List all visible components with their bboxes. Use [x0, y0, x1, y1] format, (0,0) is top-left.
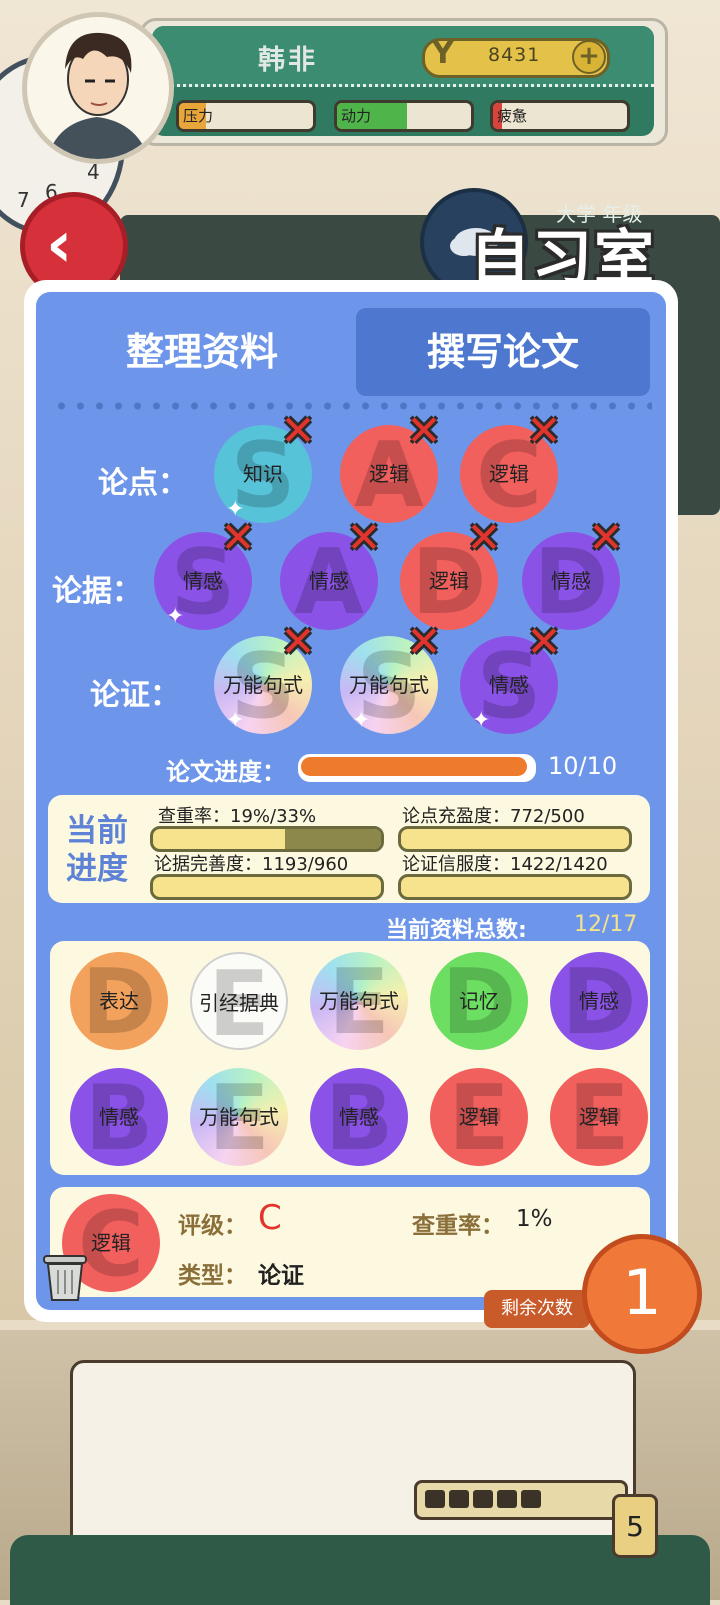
material-chip[interactable]: D 记忆 [430, 952, 528, 1050]
metric-label: 查重率： [158, 806, 230, 827]
material-chip[interactable]: E 引经据典 [190, 952, 288, 1050]
remove-x-icon[interactable]: ✕ [344, 517, 384, 559]
current-progress-title: 当前进度 [66, 813, 128, 887]
chip-label: 万能句式 [319, 989, 399, 1013]
essay-progress-label: 论文进度： [166, 758, 286, 786]
chip-label: 引经据典 [199, 991, 279, 1015]
essay-progress-value: 10/10 [548, 752, 618, 780]
metric-bar [150, 826, 384, 852]
duplicate-rate-label: 查重率： [412, 1213, 504, 1239]
bottom-bar [10, 1535, 710, 1605]
sparkle-icon: ✦ [352, 708, 371, 733]
tab-write-essay[interactable]: 撰写论文 [356, 308, 650, 396]
tab-organize-materials[interactable]: 整理资料 [52, 308, 352, 396]
player-avatar[interactable] [22, 12, 174, 164]
grade-label: 评级： [178, 1213, 247, 1239]
type-label: 类型： [178, 1263, 247, 1289]
metric-label: 论证信服度： [402, 854, 510, 875]
battery-cell [473, 1490, 493, 1508]
chip-label: 万能句式 [199, 1105, 279, 1129]
metric-bar [398, 826, 632, 852]
chip-label: 记忆 [459, 989, 499, 1013]
battery-cell [449, 1490, 469, 1508]
remaining-count-label: 剩余次数 [484, 1290, 590, 1328]
material-chip[interactable]: D 表达 [70, 952, 168, 1050]
metric-bar [150, 874, 384, 900]
metric-duplicate-rate: 查重率：19%/33% [158, 802, 316, 828]
energy-battery-icon [414, 1480, 628, 1520]
row-label-evidence: 论据： [52, 574, 142, 609]
battery-cell [497, 1490, 517, 1508]
row-label-argument: 论点： [98, 466, 188, 501]
sparkle-icon: ✦ [472, 708, 491, 733]
essay-progress-fill [301, 757, 527, 776]
stat-motivation: 动力 [334, 100, 474, 132]
remove-x-icon[interactable]: ✕ [464, 517, 504, 559]
chip-label: 逻辑 [459, 1105, 499, 1129]
dotted-divider [52, 401, 652, 411]
trash-icon[interactable] [40, 1250, 90, 1302]
material-chip[interactable]: B 情感 [70, 1068, 168, 1166]
chip-label: 情感 [99, 1105, 139, 1129]
stat-fatigue: 疲惫 [490, 100, 630, 132]
stat-label: 动力 [341, 107, 372, 125]
duplicate-rate-value: 1% [516, 1206, 553, 1232]
battery-cell [521, 1490, 541, 1508]
chevron-left-icon: ‹ [46, 208, 73, 282]
material-chip[interactable]: E 逻辑 [550, 1068, 648, 1166]
coin-amount: 8431 [488, 44, 541, 66]
grade-value: C [258, 1198, 282, 1238]
metric-evidence-completeness: 论据完善度：1193/960 [154, 850, 348, 876]
material-chip[interactable]: B 情感 [310, 1068, 408, 1166]
material-total-label: 当前资料总数: [386, 918, 527, 943]
metric-value: 1193/960 [262, 854, 349, 875]
add-coins-button[interactable]: + [572, 40, 606, 74]
metric-label: 论据完善度： [154, 854, 262, 875]
remove-x-icon[interactable]: ✕ [404, 410, 444, 452]
remaining-count-badge: 1 [582, 1234, 702, 1354]
material-total-value: 12/17 [574, 912, 638, 937]
remove-x-icon[interactable]: ✕ [278, 621, 318, 663]
avatar-face-icon [47, 32, 149, 159]
material-chip[interactable]: E 万能句式 [310, 952, 408, 1050]
type-value: 论证 [258, 1263, 304, 1289]
metric-value: 772/500 [510, 806, 585, 827]
remove-x-icon[interactable]: ✕ [524, 621, 564, 663]
remove-x-icon[interactable]: ✕ [524, 410, 564, 452]
chip-label: 逻辑 [579, 1105, 619, 1129]
stat-pressure: 压力 [176, 100, 316, 132]
battery-cell [425, 1490, 445, 1508]
chip-label: 表达 [99, 989, 139, 1013]
material-chip[interactable]: E 万能句式 [190, 1068, 288, 1166]
metric-reasoning-credibility: 论证信服度：1422/1420 [402, 850, 608, 876]
metric-label: 论点充盈度： [402, 806, 510, 827]
chip-label: 情感 [579, 989, 619, 1013]
sparkle-icon: ✦ [226, 708, 245, 733]
material-chip[interactable]: D 情感 [550, 952, 648, 1050]
remove-x-icon[interactable]: ✕ [404, 621, 444, 663]
material-chip[interactable]: E 逻辑 [430, 1068, 528, 1166]
energy-count: 5 [612, 1494, 658, 1558]
stat-label: 疲惫 [497, 107, 528, 125]
metric-value: 19%/33% [230, 806, 317, 827]
player-name: 韩非 [258, 45, 318, 76]
stat-label: 压力 [183, 107, 214, 125]
chip-label: 情感 [339, 1105, 379, 1129]
metric-argument-fullness: 论点充盈度：772/500 [402, 802, 585, 828]
sparkle-icon: ✦ [166, 604, 185, 629]
row-label-reasoning: 论证： [90, 678, 180, 713]
remove-x-icon[interactable]: ✕ [586, 517, 626, 559]
coin-icon: Y [432, 36, 454, 71]
metric-value: 1422/1420 [510, 854, 608, 875]
remove-x-icon[interactable]: ✕ [278, 410, 318, 452]
metric-bar [398, 874, 632, 900]
remove-x-icon[interactable]: ✕ [218, 517, 258, 559]
